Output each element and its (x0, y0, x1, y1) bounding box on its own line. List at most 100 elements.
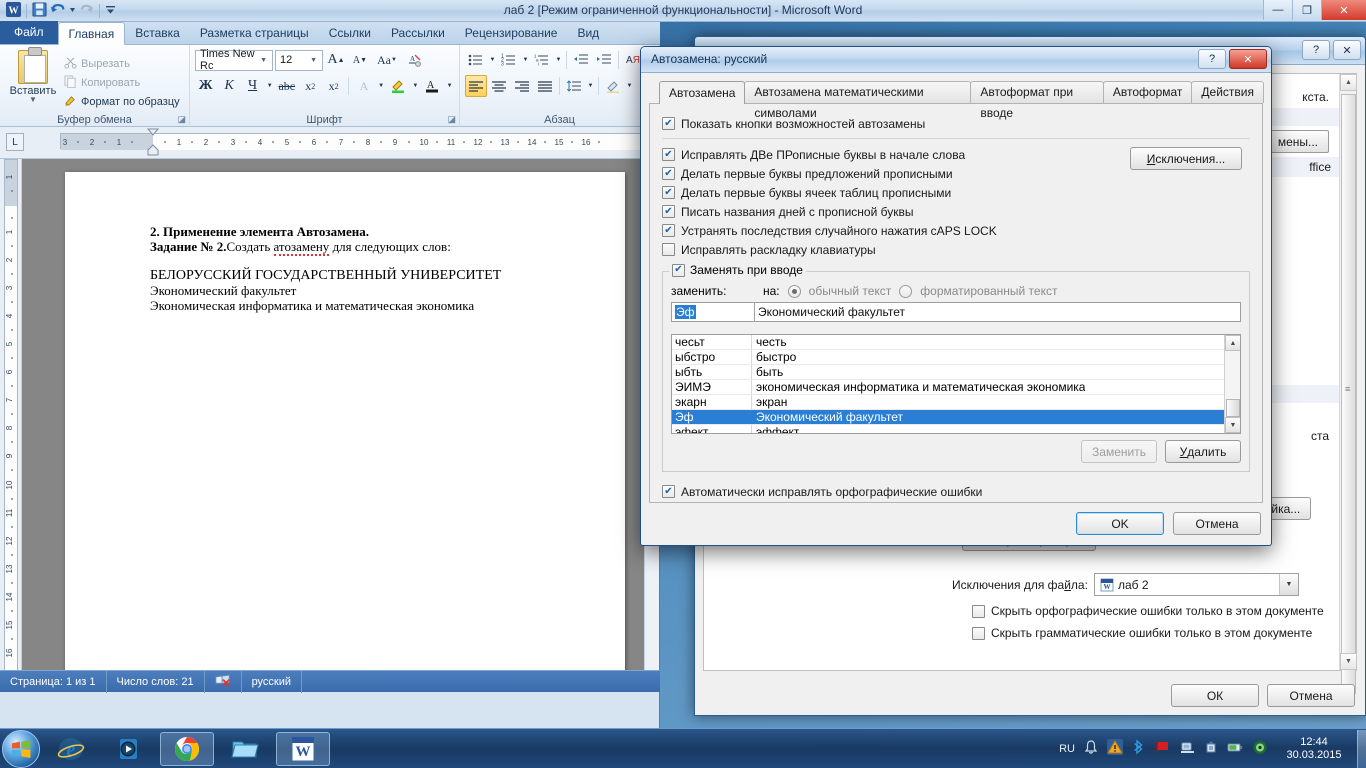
caps-lock-row[interactable]: Устранять последствия случайного нажатия… (662, 221, 1130, 240)
taskbar[interactable]: e W RU 12:44 30.03.2015 (0, 728, 1366, 768)
ribbon-tab-review[interactable]: Рецензирование (455, 22, 568, 44)
ribbon-tab-home[interactable]: Главная (57, 22, 126, 45)
highlight-dropdown-icon[interactable]: ▼ (411, 75, 420, 97)
multilevel-dropdown-icon[interactable]: ▼ (554, 49, 563, 71)
keyboard-layout-row[interactable]: Исправлять раскладку клавиатуры (662, 240, 1130, 259)
options-replace-button[interactable]: мены... (1266, 130, 1329, 153)
tray-language-indicator[interactable]: RU (1059, 743, 1075, 755)
table-row[interactable]: экарн экран (672, 395, 1240, 410)
fix-two-caps-row[interactable]: Исправлять ДВе ПРописные буквы в начале … (662, 145, 1130, 164)
scroll-up-icon[interactable]: ▲ (1225, 335, 1240, 351)
usb-eject-icon[interactable] (1204, 740, 1218, 758)
align-center-button[interactable] (488, 75, 510, 97)
clipboard-dialog-launcher-icon[interactable]: ◪ (177, 114, 186, 125)
options-close-button[interactable]: ✕ (1333, 40, 1361, 60)
show-desktop-button[interactable] (1357, 729, 1366, 768)
replace-as-you-type-checkbox[interactable] (672, 263, 685, 277)
horizontal-ruler[interactable]: L 321 123 456 789 10 11 12 13 14 15 16 (0, 127, 660, 159)
formatted-text-radio[interactable] (899, 284, 913, 298)
show-autocorrect-buttons-row[interactable]: Показать кнопки возможностей автозамены (662, 114, 1250, 133)
cap-table-cells-row[interactable]: Делать первые буквы ячеек таблиц прописн… (662, 183, 1130, 202)
document-text[interactable]: 2. Применение элемента Автозамена. Задан… (150, 224, 580, 313)
cap-table-cells-checkbox[interactable] (662, 186, 675, 199)
battery-icon[interactable] (1227, 741, 1243, 757)
first-line-indent-marker[interactable] (146, 128, 160, 159)
scroll-up-icon[interactable]: ▲ (1340, 74, 1357, 91)
format-painter-button[interactable]: Формат по образцу (61, 92, 183, 111)
taskbar-item-media-player[interactable] (102, 732, 156, 766)
bold-button[interactable]: Ж (195, 75, 216, 97)
shrink-font-button[interactable]: A ▼ (349, 49, 371, 71)
line-spacing-dropdown-icon[interactable]: ▼ (586, 75, 595, 97)
taskbar-item-google-chrome[interactable] (160, 731, 214, 766)
bullets-button[interactable] (465, 49, 487, 71)
table-row[interactable]: ыбстро быстро (672, 350, 1240, 365)
restore-button[interactable]: ❐ (1292, 0, 1321, 20)
autocorrect-cancel-button[interactable]: Отмена (1173, 512, 1261, 535)
status-language[interactable]: русский (242, 670, 303, 693)
with-input[interactable]: Экономический факультет (755, 302, 1241, 322)
superscript-button[interactable]: x2 (323, 75, 344, 97)
scroll-down-icon[interactable]: ▼ (1340, 653, 1357, 670)
tab-autoformat-as-you-type[interactable]: Автоформат при вводе (970, 81, 1104, 120)
justify-button[interactable] (534, 75, 556, 97)
auto-fix-spelling-checkbox[interactable] (662, 485, 675, 498)
tab-autoformat[interactable]: Автоформат (1102, 81, 1193, 103)
font-color-dropdown-icon[interactable]: ▼ (445, 75, 454, 97)
table-row[interactable]: ЭИМЭ экономическая информатика и математ… (672, 380, 1240, 395)
cap-first-sentence-checkbox[interactable] (662, 167, 675, 180)
minimize-button[interactable]: — (1263, 0, 1292, 20)
chevron-down-icon[interactable]: ▼ (1278, 574, 1298, 595)
multilevel-list-button[interactable]: 1ai (531, 49, 553, 71)
close-button[interactable]: ✕ (1321, 0, 1366, 20)
scroll-down-icon[interactable]: ▼ (1225, 417, 1240, 433)
autocorrect-dialog[interactable]: Автозамена: русский ? ✕ Автозамена Автоз… (640, 46, 1272, 546)
tab-autocorrect[interactable]: Автозамена (659, 81, 746, 104)
delete-entry-button[interactable]: Удалить (1165, 440, 1241, 463)
ribbon-tab-view[interactable]: Вид (567, 22, 609, 44)
ribbon-tab-strip[interactable]: Файл Главная Вставка Разметка страницы С… (0, 21, 660, 45)
plain-text-radio[interactable] (787, 284, 801, 298)
flag-icon[interactable] (1155, 740, 1171, 757)
line-spacing-button[interactable] (563, 75, 585, 97)
numbering-dropdown-icon[interactable]: ▼ (521, 49, 530, 71)
window-controls[interactable]: — ❐ ✕ (1263, 0, 1366, 21)
document-canvas[interactable]: 2. Применение элемента Автозамена. Задан… (22, 159, 644, 684)
paste-button[interactable]: Вставить ▼ (5, 47, 61, 111)
taskbar-clock[interactable]: 12:44 30.03.2015 (1277, 736, 1351, 762)
status-proofing[interactable] (205, 670, 242, 693)
taskbar-item-microsoft-word[interactable]: W (276, 731, 330, 766)
numbering-button[interactable]: 123 (498, 49, 520, 71)
replace-entry-button[interactable]: Заменить (1081, 440, 1157, 463)
start-orb-icon[interactable] (2, 729, 40, 768)
ribbon-tab-mailings[interactable]: Рассылки (381, 22, 455, 44)
font-dialog-launcher-icon[interactable]: ◪ (447, 114, 456, 125)
underline-button[interactable]: Ч (242, 75, 263, 97)
replace-input[interactable]: Эф (671, 302, 755, 322)
options-help-button[interactable]: ? (1302, 40, 1330, 60)
cap-first-sentence-row[interactable]: Делать первые буквы предложений прописны… (662, 164, 1130, 183)
cap-days-checkbox[interactable] (662, 205, 675, 218)
tab-math-autocorrect[interactable]: Автозамена математическими символами (744, 81, 972, 120)
options-ok-button[interactable]: ОК (1171, 684, 1259, 707)
autocorrect-close-button[interactable]: ✕ (1229, 49, 1267, 69)
chevron-down-icon[interactable]: ▼ (307, 57, 320, 64)
list-scrollbar[interactable]: ▲ ▼ (1224, 335, 1240, 433)
align-right-button[interactable] (511, 75, 533, 97)
text-highlight-button[interactable] (388, 75, 409, 97)
exceptions-button[interactable]: Исключения... (1130, 147, 1242, 170)
tab-actions[interactable]: Действия (1191, 81, 1264, 103)
list-scroll-thumb[interactable] (1226, 399, 1240, 417)
notification-bell-icon[interactable] (1084, 739, 1098, 758)
fix-two-caps-checkbox[interactable] (662, 148, 675, 161)
ruler-scale[interactable]: 321 123 456 789 10 11 12 13 14 15 16 (60, 128, 647, 156)
strikethrough-button[interactable]: abc (276, 75, 297, 97)
font-name-combo[interactable]: Times New Rc ▼ (195, 48, 273, 72)
change-case-button[interactable]: Aa ▼ (373, 49, 401, 71)
copy-button[interactable]: Копировать (61, 73, 183, 92)
keyboard-layout-checkbox[interactable] (662, 243, 675, 256)
font-size-combo[interactable]: 12 ▼ (275, 49, 323, 71)
autocorrect-window-controls[interactable]: ? ✕ (1198, 49, 1267, 69)
show-autocorrect-buttons-checkbox[interactable] (662, 117, 675, 130)
autocorrect-entries-list[interactable]: чесьт честь ыбстро быстро ыбть быть ЭИМЭ… (671, 334, 1241, 434)
